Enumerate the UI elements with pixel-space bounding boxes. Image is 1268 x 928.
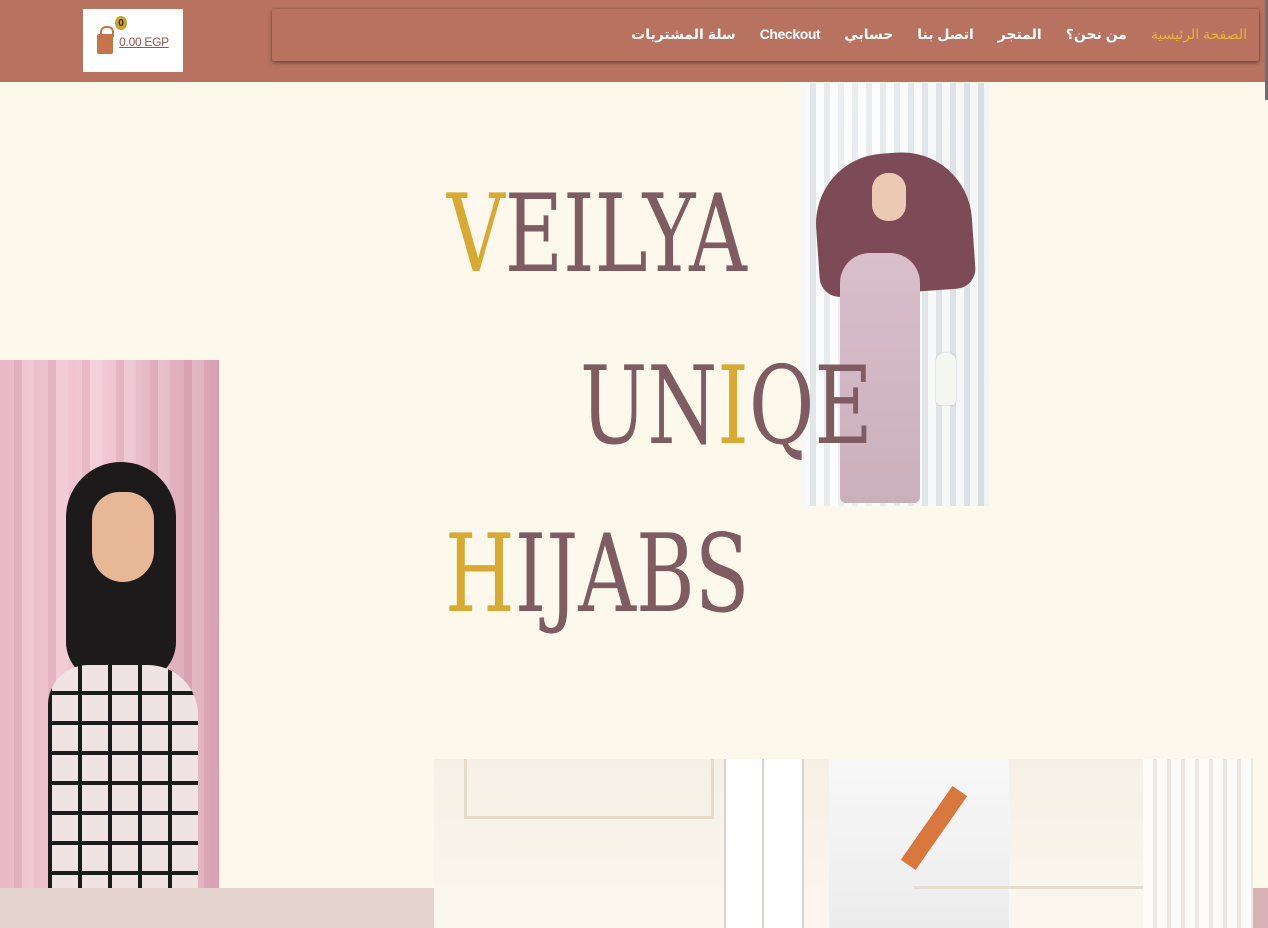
hero-accent-letter: H [445,512,515,637]
hero-line-text: QE [748,344,873,469]
hero-line-uniqe: UNIQE [580,344,873,469]
hero-line-veilya: VEILYA [447,172,747,297]
nav-item-checkout[interactable]: Checkout [760,26,821,42]
cart-widget[interactable]: 0 0.00 EGP [83,9,183,72]
hero-accent-letter: I [717,344,749,469]
nav-item-shop[interactable]: المتجر [998,26,1042,42]
hero-line-text: UN [580,344,718,469]
nav-menu: الصفحة الرئيسية من نحن؟ المتجر اتصل بنا … [631,9,1247,61]
hero-line-text: IJABS [514,512,750,637]
shopping-bag-icon [97,25,115,54]
hero-photo-woman-pink [0,360,219,888]
hero-line-text: EILYA [504,172,747,297]
main-navigation: الصفحة الرئيسية من نحن؟ المتجر اتصل بنا … [272,9,1259,61]
nav-item-account[interactable]: حسابي [844,26,893,42]
nav-item-about[interactable]: من نحن؟ [1066,26,1128,42]
nav-item-contact[interactable]: اتصل بنا [917,26,974,42]
hero-accent-letter: V [447,172,505,297]
interior-photo [434,759,1253,928]
site-header: 0 0.00 EGP الصفحة الرئيسية من نحن؟ المتج… [0,0,1268,100]
nav-item-cart[interactable]: سلة المشتريات [631,26,736,42]
cart-total[interactable]: 0.00 EGP [119,35,169,49]
hero-line-hijabs: HIJABS [445,512,750,637]
nav-item-home[interactable]: الصفحة الرئيسية [1151,26,1247,42]
section-divider-edge [1253,888,1268,928]
cart-count-badge: 0 [115,16,127,30]
